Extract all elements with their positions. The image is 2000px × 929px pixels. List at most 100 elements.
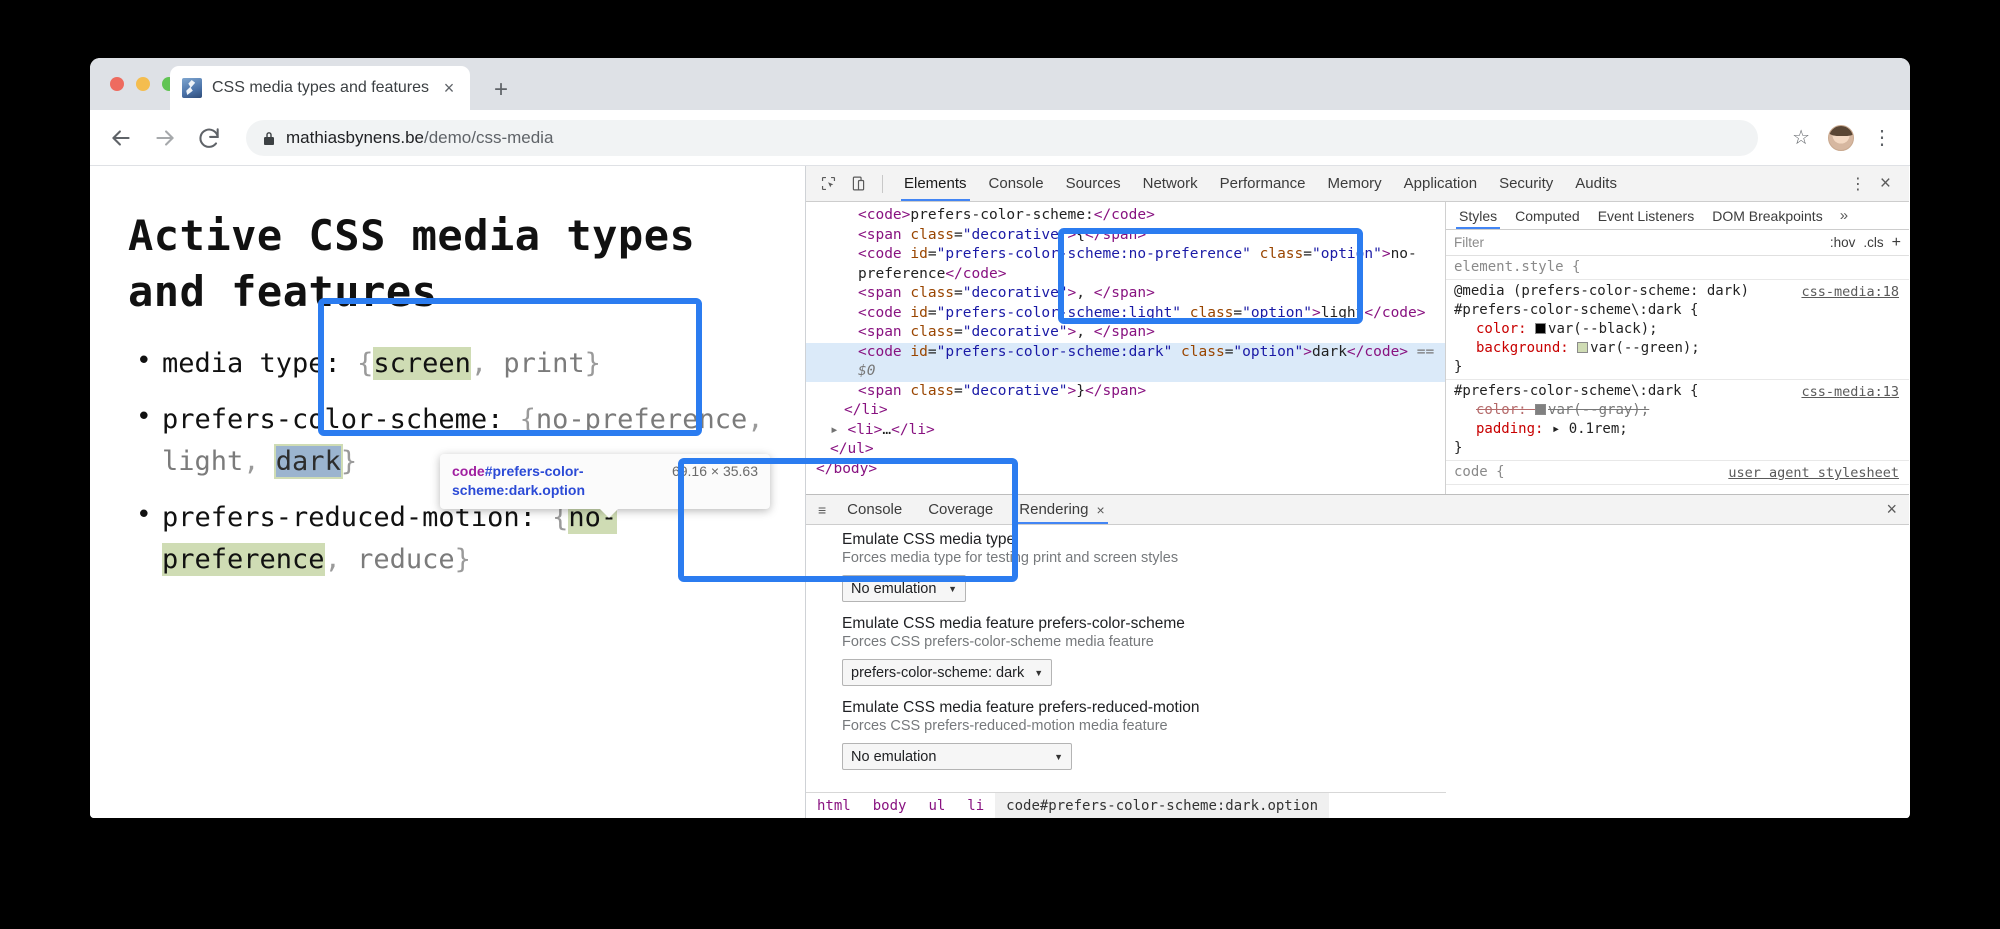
dom-token-at: id <box>910 305 927 321</box>
css-selector[interactable]: #prefers-color-scheme\:dark { <box>1454 301 1909 320</box>
devtools-tab-console[interactable]: Console <box>978 166 1055 201</box>
css-rule[interactable]: css-media:18@media (prefers-color-scheme… <box>1446 280 1909 380</box>
forward-icon[interactable] <box>152 125 178 151</box>
back-icon[interactable] <box>108 125 134 151</box>
breadcrumb-item[interactable]: code#prefers-color-scheme:dark.option <box>995 793 1329 818</box>
inactive-value[interactable]: no-preference <box>536 404 747 435</box>
css-rule-closing-brace: } <box>1454 439 1909 458</box>
drawer-tab-rendering[interactable]: Rendering× <box>1006 495 1117 524</box>
breadcrumb-item[interactable]: body <box>862 793 918 818</box>
media-feature-label: prefers-color-scheme: <box>162 404 503 435</box>
color-swatch[interactable] <box>1535 323 1546 334</box>
new-style-rule-button[interactable]: + <box>1892 234 1901 252</box>
dom-node[interactable]: </ul> <box>806 440 1445 460</box>
styles-more-tabs-icon[interactable]: » <box>1832 207 1856 224</box>
css-declaration[interactable]: color: var(--black); <box>1454 320 1909 339</box>
css-rule[interactable]: user agent stylesheetcode { <box>1446 461 1909 485</box>
css-declaration[interactable]: padding: ▸ 0.1rem; <box>1454 420 1909 439</box>
devtools-tab-audits[interactable]: Audits <box>1564 166 1628 201</box>
browser-window: CSS media types and features × + mathias… <box>90 58 1910 818</box>
drawer-tab-console[interactable]: Console <box>834 495 915 524</box>
dom-node[interactable]: <code>prefers-color-scheme:</code> <box>806 206 1445 226</box>
new-tab-button[interactable]: + <box>494 78 508 102</box>
drawer-tab-coverage[interactable]: Coverage <box>915 495 1006 524</box>
styles-tab-styles[interactable]: Styles <box>1450 202 1506 229</box>
inactive-value[interactable]: light <box>162 446 243 477</box>
devtools-tab-performance[interactable]: Performance <box>1209 166 1317 201</box>
inactive-value[interactable]: reduce <box>357 544 455 575</box>
rendering-setting-select[interactable]: No emulation▼ <box>842 575 966 602</box>
dom-node[interactable]: <span class="decorative">, </span> <box>806 323 1445 343</box>
color-swatch[interactable] <box>1577 342 1588 353</box>
inactive-value[interactable]: print <box>503 348 584 379</box>
devtools-tab-memory[interactable]: Memory <box>1317 166 1393 201</box>
close-icon[interactable]: × <box>1096 502 1104 518</box>
css-rule-source-link[interactable]: css-media:13 <box>1801 383 1899 402</box>
browser-tab[interactable]: CSS media types and features × <box>170 66 470 110</box>
cls-button[interactable]: .cls <box>1863 235 1883 250</box>
breadcrumb-item[interactable]: ul <box>917 793 956 818</box>
css-rules-list[interactable]: element.style { css-media:18@media (prefe… <box>1446 256 1909 494</box>
drawer-close-icon[interactable]: × <box>1874 499 1909 520</box>
avatar[interactable] <box>1828 125 1854 151</box>
dom-node[interactable]: </li> <box>806 401 1445 421</box>
styles-tab-list: StylesComputedEvent ListenersDOM Breakpo… <box>1446 202 1909 230</box>
dom-node[interactable]: </body> <box>806 460 1445 480</box>
breadcrumb-item[interactable]: li <box>956 793 995 818</box>
minimize-window-button[interactable] <box>136 77 150 91</box>
hov-button[interactable]: :hov <box>1830 235 1856 250</box>
reload-icon[interactable] <box>196 125 222 151</box>
css-declaration[interactable]: background: var(--green); <box>1454 339 1909 358</box>
value-separator: , <box>243 446 276 477</box>
dom-token-at: class <box>910 227 954 243</box>
selected-value[interactable]: dark <box>276 446 341 477</box>
address-bar[interactable]: mathiasbynens.be/demo/css-media <box>246 120 1758 156</box>
dom-token-tg: > <box>1068 324 1077 340</box>
rendering-setting-select[interactable]: No emulation▼ <box>842 743 1072 770</box>
close-icon[interactable]: × <box>440 79 458 97</box>
dom-node[interactable]: <code id="prefers-color-scheme:no-prefer… <box>806 245 1445 284</box>
css-rule[interactable]: element.style { <box>1446 256 1909 280</box>
dom-node[interactable]: <span class="decorative">}</span> <box>806 382 1445 402</box>
active-value[interactable]: screen <box>373 347 471 380</box>
devtools-more-icon[interactable]: ⋮ <box>1842 174 1874 194</box>
inspect-element-icon[interactable] <box>814 171 842 197</box>
devtools-tab-sources[interactable]: Sources <box>1055 166 1132 201</box>
devtools-tab-network[interactable]: Network <box>1132 166 1209 201</box>
styles-tab-dom-breakpoints[interactable]: DOM Breakpoints <box>1703 202 1831 229</box>
dom-node[interactable]: <span class="decorative">{</span> <box>806 226 1445 246</box>
css-rule-source-link[interactable]: css-media:18 <box>1801 283 1899 302</box>
devtools-tab-security[interactable]: Security <box>1488 166 1564 201</box>
window-controls[interactable] <box>110 77 176 91</box>
breadcrumb-item[interactable]: html <box>806 793 862 818</box>
rendering-setting-select[interactable]: prefers-color-scheme: dark▼ <box>842 659 1052 686</box>
dom-node-selected[interactable]: <code id="prefers-color-scheme:dark" cla… <box>806 343 1445 382</box>
dom-token-tg: > <box>1303 344 1312 360</box>
dom-node[interactable]: <code id="prefers-color-scheme:light" cl… <box>806 304 1445 324</box>
bookmark-star-icon[interactable]: ☆ <box>1792 125 1810 150</box>
color-swatch[interactable] <box>1535 404 1546 415</box>
dom-token-tx: , <box>1076 324 1093 340</box>
dom-token-tg: > <box>1068 383 1077 399</box>
css-selector[interactable]: element.style { <box>1454 258 1909 277</box>
dom-node[interactable]: <span class="decorative">, </span> <box>806 284 1445 304</box>
browser-menu-icon[interactable]: ⋮ <box>1872 128 1892 148</box>
css-rule-source-link[interactable]: user agent stylesheet <box>1728 464 1899 483</box>
devtools-tab-application[interactable]: Application <box>1393 166 1488 201</box>
styles-tab-computed[interactable]: Computed <box>1506 202 1589 229</box>
styles-tab-event-listeners[interactable]: Event Listeners <box>1589 202 1704 229</box>
close-window-button[interactable] <box>110 77 124 91</box>
device-toolbar-icon[interactable] <box>844 171 872 197</box>
dom-token-at: class <box>910 324 954 340</box>
devtools-tab-elements[interactable]: Elements <box>893 166 978 201</box>
css-declaration[interactable]: color: var(--gray); <box>1454 401 1909 420</box>
dom-token-at: class <box>1190 305 1234 321</box>
devtools-close-icon[interactable]: × <box>1876 174 1901 193</box>
drawer-menu-icon[interactable]: ≡ <box>810 502 834 518</box>
dom-tree-pane[interactable]: <code>prefers-color-scheme:</code><span … <box>806 202 1446 494</box>
dom-token-tg: <code <box>858 305 910 321</box>
media-feature-label: media type: <box>162 348 341 379</box>
dom-node[interactable]: ▸ <li>…</li> <box>806 421 1445 441</box>
css-rule[interactable]: css-media:13#prefers-color-scheme\:dark … <box>1446 380 1909 461</box>
styles-filter-input[interactable]: Filter <box>1454 235 1822 250</box>
